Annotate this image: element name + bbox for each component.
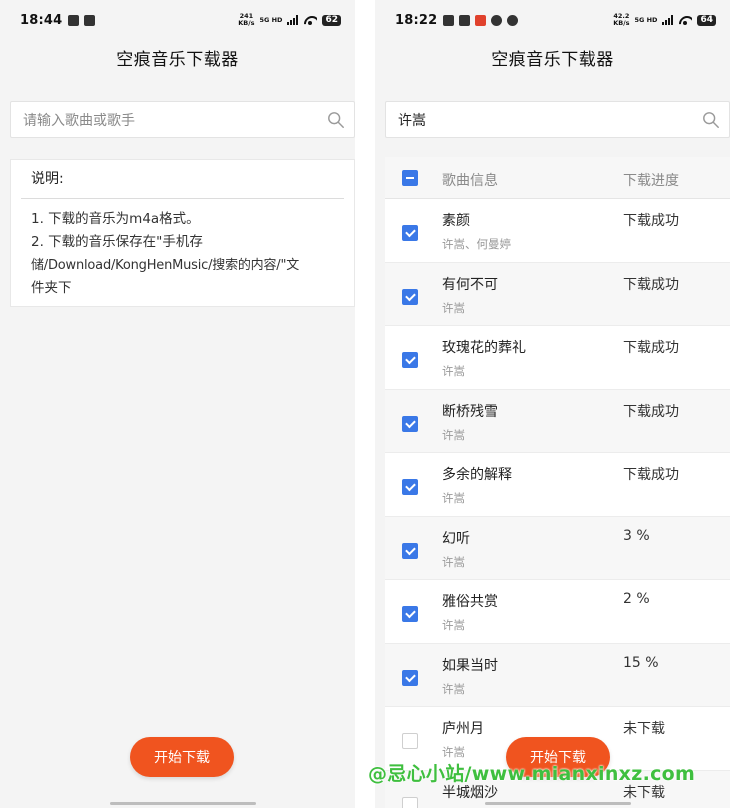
search-input[interactable]: 请输入歌曲或歌手: [10, 101, 355, 138]
search-input[interactable]: 许嵩: [385, 101, 730, 138]
search-icon[interactable]: [702, 111, 720, 129]
song-name: 有何不可: [442, 276, 498, 293]
home-indicator[interactable]: [110, 802, 256, 805]
watermark-text: @忌心小站/www.mianxinxz.com: [368, 763, 696, 785]
song-name: 多余的解释: [442, 467, 512, 483]
song-checkbox[interactable]: [402, 479, 418, 495]
download-progress: 15 %: [623, 654, 659, 671]
song-rows: 素颜 许嵩、何曼婷 下载成功 有何不可 许嵩 下载成功 玫瑰花的葬礼 许嵩 下载成功 断桥残雪 许嵩…: [385, 199, 730, 808]
table-row[interactable]: 如果当时许嵩 15 %: [385, 643, 730, 707]
column-header-progress: 下载进度: [623, 173, 679, 189]
status-bar: 18:44 241 KB/s 5G HD 62: [0, 0, 355, 40]
app-notification-icon: [68, 14, 80, 26]
instruction-line: 储/Download/KongHenMusic/搜索的内容/"文: [31, 258, 300, 273]
download-progress: 3 %: [623, 527, 650, 544]
song-name: 庐州月: [442, 721, 484, 737]
network-speed: 241 KB/s: [238, 12, 255, 27]
instruction-line: 2. 下载的音乐保存在"手机存: [31, 234, 203, 250]
song-artist: 许嵩、何曼婷: [442, 237, 511, 251]
phone-screen-left: 18:44 241 KB/s 5G HD 62 空痕音乐下载器 请输入歌曲或歌手…: [0, 0, 355, 808]
song-artist: 许嵩: [442, 618, 465, 632]
download-progress: 下载成功: [623, 403, 679, 420]
song-artist: 许嵩: [442, 300, 465, 315]
table-row[interactable]: 玫瑰花的葬礼 许嵩 下载成功: [385, 326, 730, 390]
table-row[interactable]: 断桥残雪许嵩 下载成功: [385, 389, 730, 453]
search-placeholder: 请输入歌曲或歌手: [23, 112, 135, 129]
network-speed: 42.2 KB/s: [613, 12, 630, 27]
wifi-icon: [678, 15, 692, 25]
song-table: 歌曲信息 下载进度 素颜 许嵩、何曼婷 下载成功 有何不可 许嵩 下载成功 玫瑰花的葬礼 许嵩…: [385, 157, 730, 808]
table-row[interactable]: 素颜许嵩、何曼婷 下载成功: [385, 199, 730, 263]
app-notification-icon: [459, 14, 471, 26]
download-progress: 下载成功: [623, 467, 679, 483]
search-icon[interactable]: [327, 111, 345, 129]
instruction-line: 件夹下: [31, 280, 72, 296]
battery-level: 62: [322, 14, 341, 26]
download-progress: 下载成功: [623, 276, 679, 293]
home-indicator[interactable]: [485, 802, 631, 805]
song-name: 素颜: [442, 213, 470, 229]
instructions-card: 说明: 1. 下载的音乐为m4a格式。 2. 下载的音乐保存在"手机存 储/Do…: [10, 159, 355, 307]
table-row[interactable]: 雅俗共赏许嵩 2 %: [385, 580, 730, 644]
song-checkbox[interactable]: [402, 288, 418, 305]
status-time: 18:44: [20, 12, 63, 28]
song-checkbox[interactable]: [402, 225, 418, 241]
song-name: 幻听: [442, 530, 470, 547]
song-name: 断桥残雪: [442, 403, 498, 420]
start-download-button[interactable]: 开始下载: [130, 737, 234, 777]
song-artist: 许嵩: [442, 745, 465, 759]
song-checkbox[interactable]: [402, 669, 418, 686]
column-header-song: 歌曲信息: [442, 173, 498, 189]
chat-bubble-icon: [507, 14, 519, 26]
instruction-line: 1. 下载的音乐为m4a格式。: [31, 211, 200, 227]
search-value: 许嵩: [398, 112, 426, 129]
status-time: 18:22: [395, 12, 438, 28]
network-type: 5G HD: [259, 15, 283, 24]
song-artist: 许嵩: [442, 681, 465, 696]
download-progress: 下载成功: [623, 340, 679, 356]
song-checkbox[interactable]: [402, 542, 418, 559]
table-row[interactable]: 多余的解释许嵩 下载成功: [385, 453, 730, 517]
table-header: 歌曲信息 下载进度: [385, 157, 730, 199]
song-name: 玫瑰花的葬礼: [442, 340, 526, 356]
wifi-icon: [303, 15, 317, 25]
battery-level: 64: [697, 14, 716, 26]
song-artist: 许嵩: [442, 491, 465, 505]
download-progress: 2 %: [623, 591, 650, 607]
app-title: 空痕音乐下载器: [116, 50, 239, 70]
signal-icon: [287, 15, 299, 25]
download-progress: 下载成功: [623, 213, 679, 229]
app-notification-icon: [475, 14, 487, 26]
song-artist: 许嵩: [442, 427, 465, 442]
song-checkbox[interactable]: [402, 606, 418, 622]
penguin-icon: [491, 14, 503, 26]
app-notification-icon: [84, 14, 96, 26]
song-artist: 许嵩: [442, 364, 465, 378]
phone-screen-right: 18:22 42.2 KB/s 5G HD 64 空痕音乐下载器 许嵩 歌曲信息…: [375, 0, 730, 808]
app-notification-icon: [443, 14, 455, 26]
network-type: 5G HD: [634, 15, 658, 24]
select-all-checkbox[interactable]: [402, 170, 418, 186]
signal-icon: [662, 15, 674, 25]
table-row[interactable]: 幻听许嵩 3 %: [385, 516, 730, 580]
table-row[interactable]: 有何不可许嵩 下载成功: [385, 262, 730, 326]
download-progress: 未下载: [623, 721, 665, 737]
song-checkbox[interactable]: [402, 733, 418, 749]
status-bar: 18:22 42.2 KB/s 5G HD 64: [375, 0, 730, 40]
song-name: 雅俗共赏: [442, 594, 498, 610]
instructions-heading: 说明:: [21, 160, 344, 199]
instructions-text: 1. 下载的音乐为m4a格式。 2. 下载的音乐保存在"手机存 储/Downlo…: [11, 199, 354, 300]
app-title: 空痕音乐下载器: [491, 50, 614, 70]
song-name: 如果当时: [442, 657, 498, 674]
song-checkbox[interactable]: [402, 415, 418, 432]
song-checkbox[interactable]: [402, 352, 418, 368]
song-checkbox[interactable]: [402, 796, 418, 808]
song-artist: 许嵩: [442, 554, 465, 569]
